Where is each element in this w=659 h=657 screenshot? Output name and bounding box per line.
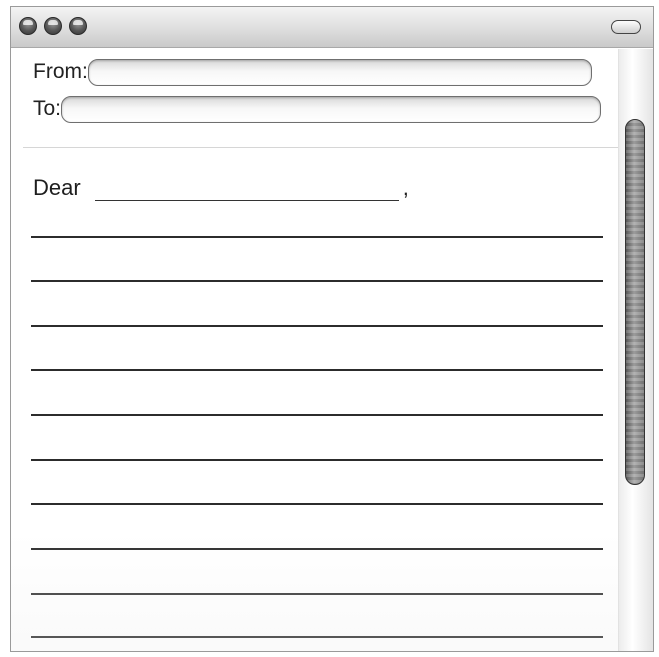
letter-line-4[interactable] [31, 369, 603, 371]
letter-line-7[interactable] [31, 503, 603, 505]
letter-line-2[interactable] [31, 280, 603, 282]
letter-line-6[interactable] [31, 459, 603, 461]
letter-line-1[interactable] [31, 236, 603, 238]
letter-line-8[interactable] [31, 548, 603, 550]
toolbar-toggle-icon[interactable] [611, 20, 641, 34]
to-row: To: [33, 94, 602, 124]
from-row: From: [33, 57, 592, 87]
zoom-icon[interactable] [69, 17, 87, 35]
vertical-scrollbar[interactable] [618, 49, 653, 651]
from-label: From: [33, 60, 88, 83]
letter-window: From: To: Dear , [10, 6, 654, 652]
to-label: To: [33, 97, 62, 120]
header-divider [23, 147, 621, 148]
salutation-label: Dear [33, 175, 81, 200]
letter-line-10[interactable] [31, 636, 603, 638]
title-bar[interactable] [11, 7, 653, 48]
to-field[interactable] [61, 95, 602, 123]
letter-line-3[interactable] [31, 325, 603, 327]
minimize-icon[interactable] [44, 17, 62, 35]
recipient-name-field[interactable] [94, 178, 399, 201]
scroll-thumb[interactable] [625, 119, 645, 485]
salutation-comma: , [402, 175, 409, 200]
letter-line-9[interactable] [31, 593, 603, 595]
from-field[interactable] [87, 58, 592, 86]
letter-line-5[interactable] [31, 414, 603, 416]
salutation-row: Dear , [33, 171, 409, 201]
close-icon[interactable] [19, 17, 37, 35]
